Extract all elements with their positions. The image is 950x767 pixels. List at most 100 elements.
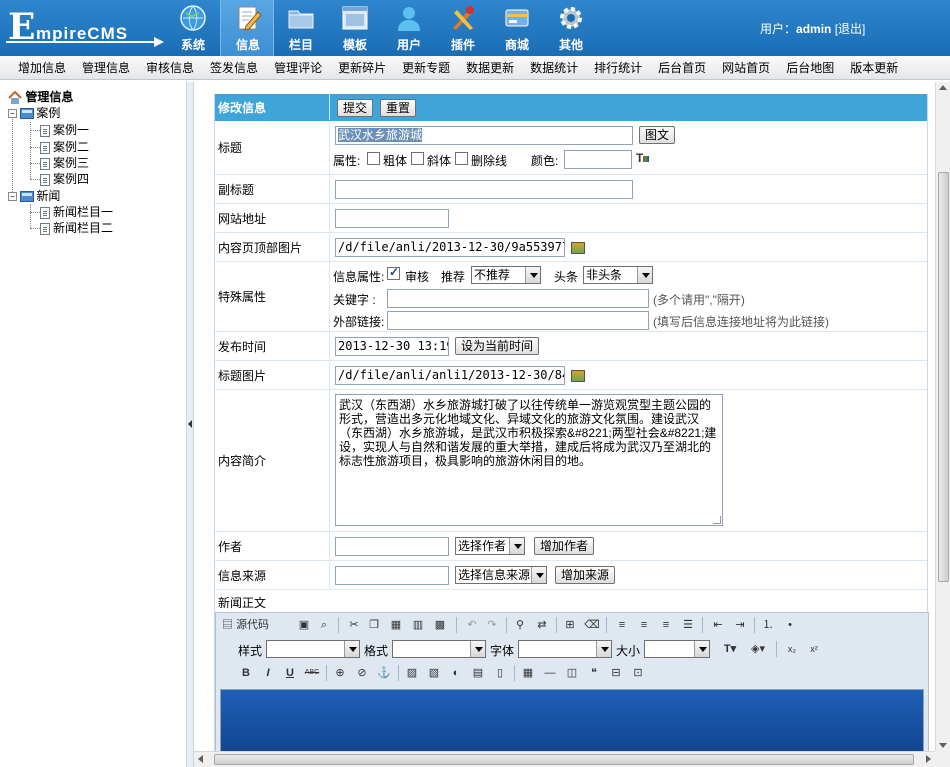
logout-link[interactable]: [退出] [835,22,866,36]
superscript-icon[interactable]: x² [806,642,822,656]
align-center-icon[interactable]: ≡ [636,618,652,632]
subnav-data-update[interactable]: 数据更新 [458,56,522,79]
reset-button[interactable]: 重置 [380,99,417,117]
tree-item-case-3[interactable]: 案例三 [40,155,89,171]
redo-icon[interactable]: ↷ [484,618,500,632]
horizontal-rule-icon[interactable]: ― [542,666,558,680]
source-code-button[interactable]: ▤ 源代码 [222,618,278,632]
pic-text-button[interactable]: 图文 [639,126,676,144]
bold-icon[interactable]: B [238,666,254,680]
nav-other[interactable]: 其他 [544,0,598,56]
nav-system[interactable]: 系统 [166,0,220,56]
italic-icon[interactable]: I [260,666,276,680]
nav-column[interactable]: 栏目 [274,0,328,56]
editor-content-area[interactable] [220,689,924,751]
anchor-icon[interactable]: ⚓ [376,666,392,680]
top-image-input[interactable]: /d/file/anli/2013-12-30/9a5539778702eec5… [335,238,565,257]
undo-icon[interactable]: ↶ [464,618,480,632]
vertical-scrollbar[interactable] [935,82,950,751]
cut-icon[interactable]: ✂ [346,618,362,632]
outdent-icon[interactable]: ⇤ [710,618,726,632]
empirecms-logo[interactable]: E mpireCMS [6,6,164,48]
scrollbar-thumb[interactable] [938,172,949,582]
tree-item-case-2[interactable]: 案例二 [40,139,89,155]
audit-checkbox[interactable] [387,265,400,280]
collapse-left-icon[interactable] [188,420,192,428]
submit-button[interactable]: 提交 [337,99,374,117]
title-image-input[interactable]: /d/file/anli/anli1/2013-12-30/8483d5a0bf… [335,366,565,385]
publish-time-input[interactable]: 2013-12-30 13:19:40 [335,337,449,356]
subnav-add-info[interactable]: 增加信息 [10,56,74,79]
author-select[interactable]: 选择作者 [455,537,525,555]
subnav-admin-home[interactable]: 后台首页 [650,56,714,79]
add-author-button[interactable]: 增加作者 [534,537,595,555]
bold-checkbox[interactable] [367,152,380,165]
tree-group-news[interactable]: − 新闻 [8,188,60,204]
ordered-list-icon[interactable]: ⒈ [760,618,776,632]
subtitle-input[interactable] [335,180,633,199]
page-split-icon[interactable]: ⊡ [630,666,646,680]
nav-template[interactable]: 模板 [328,0,382,56]
insert-row-icon[interactable]: ⊟ [608,666,624,680]
style-select[interactable] [266,640,360,658]
scroll-right-icon[interactable] [926,755,931,763]
subnav-version-update[interactable]: 版本更新 [842,56,906,79]
nav-plugin[interactable]: 插件 [436,0,490,56]
nav-user[interactable]: 用户 [382,0,436,56]
source-input[interactable] [335,566,449,585]
source-select[interactable]: 选择信息来源 [455,566,547,584]
collapse-icon[interactable]: − [8,109,17,119]
underline-icon[interactable]: U [282,666,298,680]
nav-info[interactable]: 信息 [220,0,274,56]
text-color-icon[interactable]: T [636,151,652,165]
save-icon[interactable]: ▣ [296,618,312,632]
keywords-input[interactable] [387,289,649,308]
table-icon[interactable]: ▦ [520,666,536,680]
add-source-button[interactable]: 增加来源 [555,566,616,584]
tree-group-cases[interactable]: − 案例 [8,105,60,121]
tree-item-news-1[interactable]: 新闻栏目一 [40,204,113,220]
subnav-manage-info[interactable]: 管理信息 [74,56,138,79]
tree-item-case-1[interactable]: 案例一 [40,122,89,138]
resize-grip-icon[interactable] [713,516,721,524]
subnav-admin-map[interactable]: 后台地图 [778,56,842,79]
blockquote-icon[interactable]: ❝ [586,666,602,680]
page-break-icon[interactable]: ▯ [492,666,508,680]
scroll-down-icon[interactable] [939,743,947,748]
unlink-icon[interactable]: ⊘ [354,666,370,680]
paste-word-icon[interactable]: ▩ [432,618,448,632]
color-input[interactable] [564,150,632,169]
size-select[interactable] [644,640,710,658]
image-icon[interactable]: ▨ [404,666,420,680]
subnav-update-topics[interactable]: 更新专题 [394,56,458,79]
align-justify-icon[interactable]: ☰ [680,618,696,632]
file-icon[interactable]: ▤ [470,666,486,680]
scrollbar-thumb[interactable] [214,754,914,765]
author-input[interactable] [335,537,449,556]
subnav-manage-comments[interactable]: 管理评论 [266,56,330,79]
preview-icon[interactable]: ⌕ [316,618,332,632]
flash-icon[interactable]: ◐ [448,666,464,680]
italic-checkbox[interactable] [411,152,424,165]
tree-item-case-4[interactable]: 案例四 [40,171,89,187]
horizontal-scrollbar[interactable] [194,751,935,767]
scroll-left-icon[interactable] [198,755,203,763]
font-select[interactable] [518,640,612,658]
unordered-list-icon[interactable]: • [782,618,798,632]
select-all-icon[interactable]: ⊞ [562,618,578,632]
remove-format-icon[interactable]: ⌫ [584,618,600,632]
subnav-rank-stats[interactable]: 排行统计 [586,56,650,79]
scroll-up-icon[interactable] [939,85,947,90]
copy-icon[interactable]: ❐ [366,618,382,632]
subscript-icon[interactable]: x₂ [784,642,800,656]
tree-root[interactable]: 管理信息 [8,88,73,105]
subnav-update-fragments[interactable]: 更新碎片 [330,56,394,79]
media-icon[interactable]: ▧ [426,666,442,680]
align-left-icon[interactable]: ≡ [614,618,630,632]
collapse-icon[interactable]: − [8,192,17,202]
format-select[interactable] [392,640,486,658]
strike-checkbox[interactable] [455,152,468,165]
summary-textarea[interactable]: 武汉（东西湖）水乡旅游城打破了以往传统单一游览观赏型主题公园的形式，营造出多元化… [335,394,723,526]
select-image-icon[interactable] [571,370,585,382]
tree-item-news-2[interactable]: 新闻栏目二 [40,220,113,236]
